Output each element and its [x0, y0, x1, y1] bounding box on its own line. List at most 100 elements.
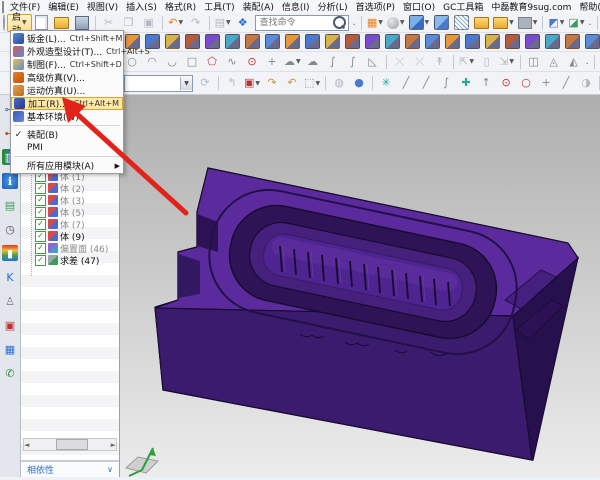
snap-bounded-button[interactable]: ◑ [577, 74, 595, 92]
menu-insert[interactable]: 插入(S) [122, 0, 161, 13]
feature-icon-4[interactable] [183, 33, 201, 51]
orient-button[interactable]: ⇲▼ [498, 53, 516, 71]
view-orient-button[interactable]: ◩▼ [547, 14, 565, 32]
rotate-2-button[interactable]: ↶ [283, 74, 301, 92]
feature-icon-21[interactable] [523, 33, 541, 51]
chevron-down-icon[interactable]: ▼ [533, 19, 538, 26]
sphere-select-button[interactable]: ● [350, 74, 368, 92]
menu-window[interactable]: 窗口(O) [399, 0, 439, 13]
mirror-button[interactable]: ▯ [478, 53, 496, 71]
selection-filter-button[interactable]: ▣▼ [243, 74, 261, 92]
feature-icon-20[interactable] [503, 33, 521, 51]
sketch-fx1-button[interactable]: ∫ [324, 53, 342, 71]
menu-assemblies[interactable]: 装配(A) [239, 0, 278, 13]
chevron-down-icon[interactable]: ▼ [560, 19, 565, 26]
chevron-down-icon[interactable]: ▼ [580, 19, 585, 26]
menu-tools[interactable]: 工具(T) [200, 0, 239, 13]
sketch-trim-button[interactable]: ◺ [364, 53, 382, 71]
snap-arrow-button[interactable]: ↑ [477, 74, 495, 92]
dim-1-button[interactable]: ⤬ [391, 53, 409, 71]
scroll-left-icon[interactable]: ◄ [24, 441, 29, 449]
chevron-down-icon[interactable]: ▼ [400, 19, 405, 26]
sketch-polygon-button[interactable]: ⬠ [203, 53, 221, 71]
save-button[interactable] [73, 14, 91, 32]
window-red-icon[interactable]: ▣ [2, 317, 18, 333]
refresh-button[interactable]: ⟳ [196, 74, 214, 92]
paste-button[interactable]: ▣ [140, 14, 158, 32]
menu-item-advanced-simulation[interactable]: 高级仿真(V)... [11, 71, 123, 84]
dim-2-button[interactable]: ⤫ [411, 53, 429, 71]
command-finder-search[interactable] [255, 15, 349, 31]
checkbox-checked-icon[interactable]: ✓ [35, 255, 46, 266]
sketch-pattern-button[interactable]: ☁ [304, 53, 322, 71]
scrollbar-thumb[interactable] [56, 439, 88, 450]
feature-icon-6[interactable] [223, 33, 241, 51]
snap-endpoint-button[interactable]: ╱ [397, 74, 415, 92]
menu-format[interactable]: 格式(R) [161, 0, 200, 13]
menu-information[interactable]: 信息(I) [278, 0, 314, 13]
feature-icon-7[interactable] [243, 33, 261, 51]
redo-button[interactable]: ↷ [187, 14, 205, 32]
new-part-button[interactable] [33, 14, 51, 32]
feature-icon-5[interactable] [203, 33, 221, 51]
view-section-button[interactable]: ◪▼ [567, 14, 585, 32]
menu-view[interactable]: 视图(V) [83, 0, 122, 13]
chevron-down-icon[interactable]: ▼ [180, 77, 192, 90]
window-colors-icon[interactable]: ▦ [2, 341, 18, 357]
feature-row-body-7[interactable]: ✓体 (7) [21, 218, 119, 230]
chevron-down-icon[interactable]: ∨ [107, 465, 113, 474]
chevron-down-icon[interactable]: ▼ [178, 19, 183, 26]
menu-help[interactable]: 帮助(H) [575, 0, 600, 13]
cut-button[interactable]: ✂ [100, 14, 118, 32]
menu-item-sheet-metal[interactable]: 钣金(L)...Ctrl+Shift+M [11, 32, 123, 45]
navigator-h-scrollbar[interactable]: ◄ ► [23, 438, 117, 451]
checkbox-checked-icon[interactable]: ✓ [35, 195, 46, 206]
sketch-rectangle-button[interactable]: □ [183, 53, 201, 71]
selection-scope-combo[interactable]: ▼ [124, 75, 193, 92]
start-button[interactable]: 启动 ▼ [7, 14, 32, 32]
feature-icon-22[interactable] [543, 33, 561, 51]
feature-icon-19[interactable] [483, 33, 501, 51]
menu-item-shape-studio[interactable]: 外观造型设计(T)...Ctrl+Alt+S [11, 45, 123, 58]
feature-icon-23[interactable] [563, 33, 581, 51]
toolbar-overflow-dot[interactable]: . [353, 17, 356, 28]
feature-icon-15[interactable] [403, 33, 421, 51]
menu-item-drafting[interactable]: 制图(F)...Ctrl+Shift+D [11, 58, 123, 71]
chevron-down-icon[interactable]: ▼ [509, 19, 514, 26]
feature-row-body-5[interactable]: ✓体 (5) [21, 206, 119, 218]
chevron-down-icon[interactable]: ▼ [226, 19, 231, 26]
chevron-down-icon[interactable]: ▼ [425, 19, 430, 26]
snap-existing-point-button[interactable]: ╱ [557, 74, 575, 92]
feature-icon-11[interactable] [323, 33, 341, 51]
feature-icon-8[interactable] [263, 33, 281, 51]
checkbox-checked-icon[interactable]: ✓ [35, 219, 46, 230]
chevron-down-icon[interactable]: ▼ [378, 19, 383, 26]
shaded-view-button[interactable]: ▼ [408, 14, 431, 32]
checkbox-checked-icon[interactable]: ✓ [35, 183, 46, 194]
feature-icon-14[interactable] [383, 33, 401, 51]
robot-scenes-icon[interactable]: ♙ [2, 293, 18, 309]
copy-button[interactable]: ❐ [120, 14, 138, 32]
snap-spline-button[interactable]: ∫ [437, 74, 455, 92]
snap-arc-center-button[interactable]: ⊙ [497, 74, 515, 92]
feature-icon-13[interactable] [363, 33, 381, 51]
feature-row-subtract-47[interactable]: ✓求差 (47) [21, 254, 119, 266]
toolbar-overflow-dot[interactable]: . [588, 17, 591, 28]
feature-icon-10[interactable] [303, 33, 321, 51]
checkbox-checked-icon[interactable]: ✓ [35, 231, 46, 242]
feature-icon-9[interactable] [283, 33, 301, 51]
chevron-down-icon[interactable]: ▼ [315, 80, 320, 87]
wireframe-cube-button[interactable] [452, 14, 470, 32]
feature-icon-24[interactable] [583, 33, 600, 51]
snap-quadrant-button[interactable]: + [537, 74, 555, 92]
sketch-studio-spline-button[interactable]: ∿ [223, 53, 241, 71]
dim-3-button[interactable]: ↟ [431, 53, 449, 71]
menu-preferences[interactable]: 首选项(P) [352, 0, 399, 13]
feature-row-body-2[interactable]: ✓体 (2) [21, 182, 119, 194]
snap-circle-button[interactable]: ○ [517, 74, 535, 92]
web-browser-icon[interactable]: ℹ [2, 173, 18, 189]
highlight-button[interactable]: ◍ [330, 74, 348, 92]
menu-item-assemblies[interactable]: ✓装配(B) [11, 128, 123, 141]
chevron-down-icon[interactable]: ▼ [296, 58, 301, 65]
open-in-window-button[interactable]: ▼ [492, 14, 515, 32]
